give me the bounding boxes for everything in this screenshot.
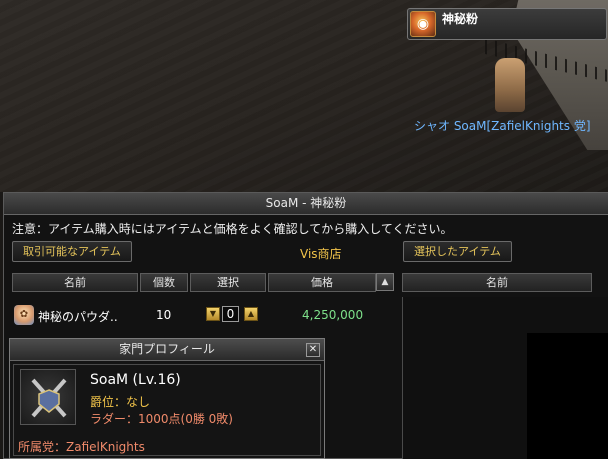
- profile-body: SoaM (Lv.16) 爵位：なし ラダー：1000点(0勝 0敗) 所属党：…: [13, 364, 321, 456]
- mystery-powder-icon[interactable]: ◉: [410, 11, 436, 37]
- powder-icon: ✿: [14, 305, 34, 325]
- selected-items-tab[interactable]: 選択したアイテム: [403, 241, 512, 262]
- column-price: 価格: [268, 273, 376, 292]
- guild-profile-popup: 家門プロフィール ✕ SoaM (Lv.16) 爵位：なし ラダー：1000点(…: [9, 338, 325, 459]
- profile-name: SoaM (Lv.16): [90, 372, 181, 388]
- decrease-button[interactable]: ▼: [206, 307, 220, 321]
- quantity-input[interactable]: 0: [222, 306, 239, 322]
- occluding-panel: [527, 333, 608, 459]
- profile-ladder: ラダー：1000点(0勝 0敗): [90, 412, 233, 426]
- table-row[interactable]: ✿ 神秘のパウダ.. 10 ▼ 0 ▲ 4,250,000: [12, 303, 374, 329]
- item-name: 神秘のパウダ..: [38, 310, 118, 324]
- scroll-up-icon[interactable]: ▲: [376, 273, 394, 291]
- table-header: 名前 個数 選択 価格: [12, 273, 396, 293]
- profile-title: 家門プロフィール: [10, 339, 324, 361]
- guild-emblem-icon: [20, 369, 76, 425]
- profile-rank: 爵位：なし: [90, 395, 151, 409]
- column-select: 選択: [190, 273, 266, 292]
- available-items-tab[interactable]: 取引可能なアイテム: [12, 241, 132, 262]
- item-price: 4,250,000: [302, 308, 364, 322]
- player-character[interactable]: [495, 58, 525, 112]
- shop-notice: 注意：アイテム購入時にはアイテムと価格をよく確認してから購入してください。: [12, 222, 453, 236]
- buff-label: 神秘粉: [442, 12, 479, 26]
- player-name-tag: シャオ SoaM[ZafielKnights 党]: [414, 119, 591, 133]
- item-qty: 10: [156, 308, 172, 322]
- increase-button[interactable]: ▲: [244, 307, 258, 321]
- shop-title: SoaM - 神秘粉: [4, 193, 608, 215]
- close-icon[interactable]: ✕: [306, 343, 320, 357]
- column-qty: 個数: [140, 273, 188, 292]
- shop-name: Vis商店: [300, 247, 342, 261]
- column-name: 名前: [12, 273, 138, 292]
- profile-party: 所属党：ZafielKnights: [18, 440, 145, 454]
- right-column-name: 名前: [402, 273, 592, 292]
- buff-bar: ◉ 神秘粉: [407, 8, 607, 40]
